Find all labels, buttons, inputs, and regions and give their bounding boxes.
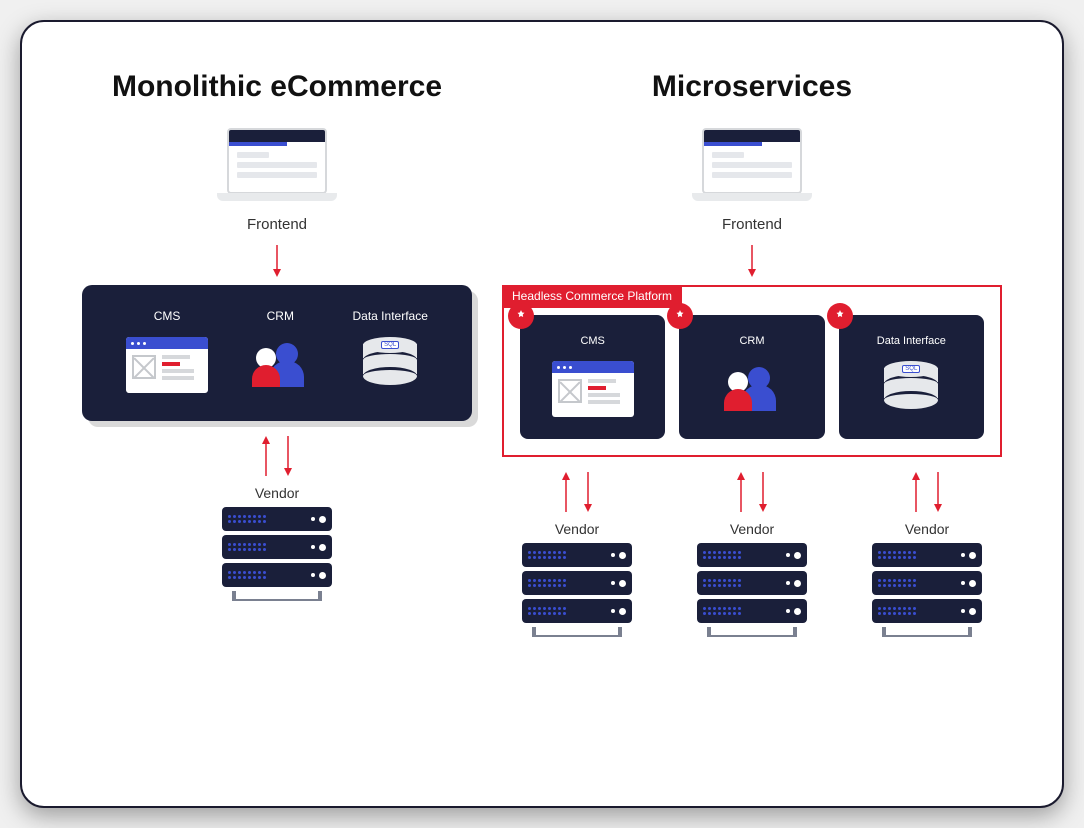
crm-item: CRM	[248, 309, 312, 387]
frontend-label: Frontend	[247, 216, 307, 233]
server-stack-icon	[872, 543, 982, 637]
monolithic-heading: Monolithic eCommerce	[112, 70, 442, 104]
laptop-icon	[217, 128, 337, 208]
arrow-bidirectional-icon	[260, 433, 294, 479]
database-icon: SQL	[363, 337, 417, 385]
crm-icon	[720, 361, 784, 411]
laptop-icon	[692, 128, 812, 208]
award-badge-icon	[667, 303, 693, 329]
data-interface-label: Data Interface	[877, 335, 946, 347]
data-interface-label: Data Interface	[353, 309, 428, 323]
microservices-heading: Microservices	[652, 70, 852, 104]
data-interface-item: Data Interface SQL	[353, 309, 428, 385]
crm-label: CRM	[739, 335, 764, 347]
vendor-label: Vendor	[730, 521, 774, 537]
diagram-canvas: Monolithic eCommerce Frontend C	[20, 20, 1064, 808]
microservice-data-card: Data Interface SQL	[839, 315, 984, 439]
cms-icon	[552, 361, 634, 417]
vendor-column: Vendor	[502, 521, 652, 637]
frontend-label: Frontend	[722, 216, 782, 233]
arrow-down-icon	[745, 243, 759, 279]
arrow-bidirectional-icon	[735, 469, 769, 515]
crm-icon	[248, 337, 312, 387]
micro-arrows-row	[502, 463, 1002, 521]
monolithic-column: Monolithic eCommerce Frontend C	[82, 70, 472, 758]
vendor-column: Vendor	[852, 521, 1002, 637]
server-stack-icon	[522, 543, 632, 637]
cms-label: CMS	[580, 335, 604, 347]
award-badge-icon	[508, 303, 534, 329]
arrow-down-icon	[270, 243, 284, 279]
cms-icon	[126, 337, 208, 393]
headless-platform-label: Headless Commerce Platform	[502, 285, 682, 308]
vendor-label: Vendor	[255, 485, 299, 501]
award-badge-icon	[827, 303, 853, 329]
cms-item: CMS	[126, 309, 208, 393]
vendor-row: Vendor Vendor Vendor	[502, 521, 1002, 637]
monolithic-block: CMS	[82, 285, 472, 421]
crm-label: CRM	[267, 309, 294, 323]
vendor-column: Vendor	[677, 521, 827, 637]
server-stack-icon	[697, 543, 807, 637]
headless-platform-box: Headless Commerce Platform CMS	[502, 285, 1002, 457]
vendor-label: Vendor	[555, 521, 599, 537]
arrow-bidirectional-icon	[910, 469, 944, 515]
vendor-label: Vendor	[905, 521, 949, 537]
microservices-column: Microservices Frontend Headless Commerce	[502, 70, 1002, 758]
database-icon: SQL	[884, 361, 938, 409]
arrow-bidirectional-icon	[560, 469, 594, 515]
cms-label: CMS	[154, 309, 181, 323]
server-stack-icon	[222, 507, 332, 601]
microservice-crm-card: CRM	[679, 315, 824, 439]
microservice-cms-card: CMS	[520, 315, 665, 439]
